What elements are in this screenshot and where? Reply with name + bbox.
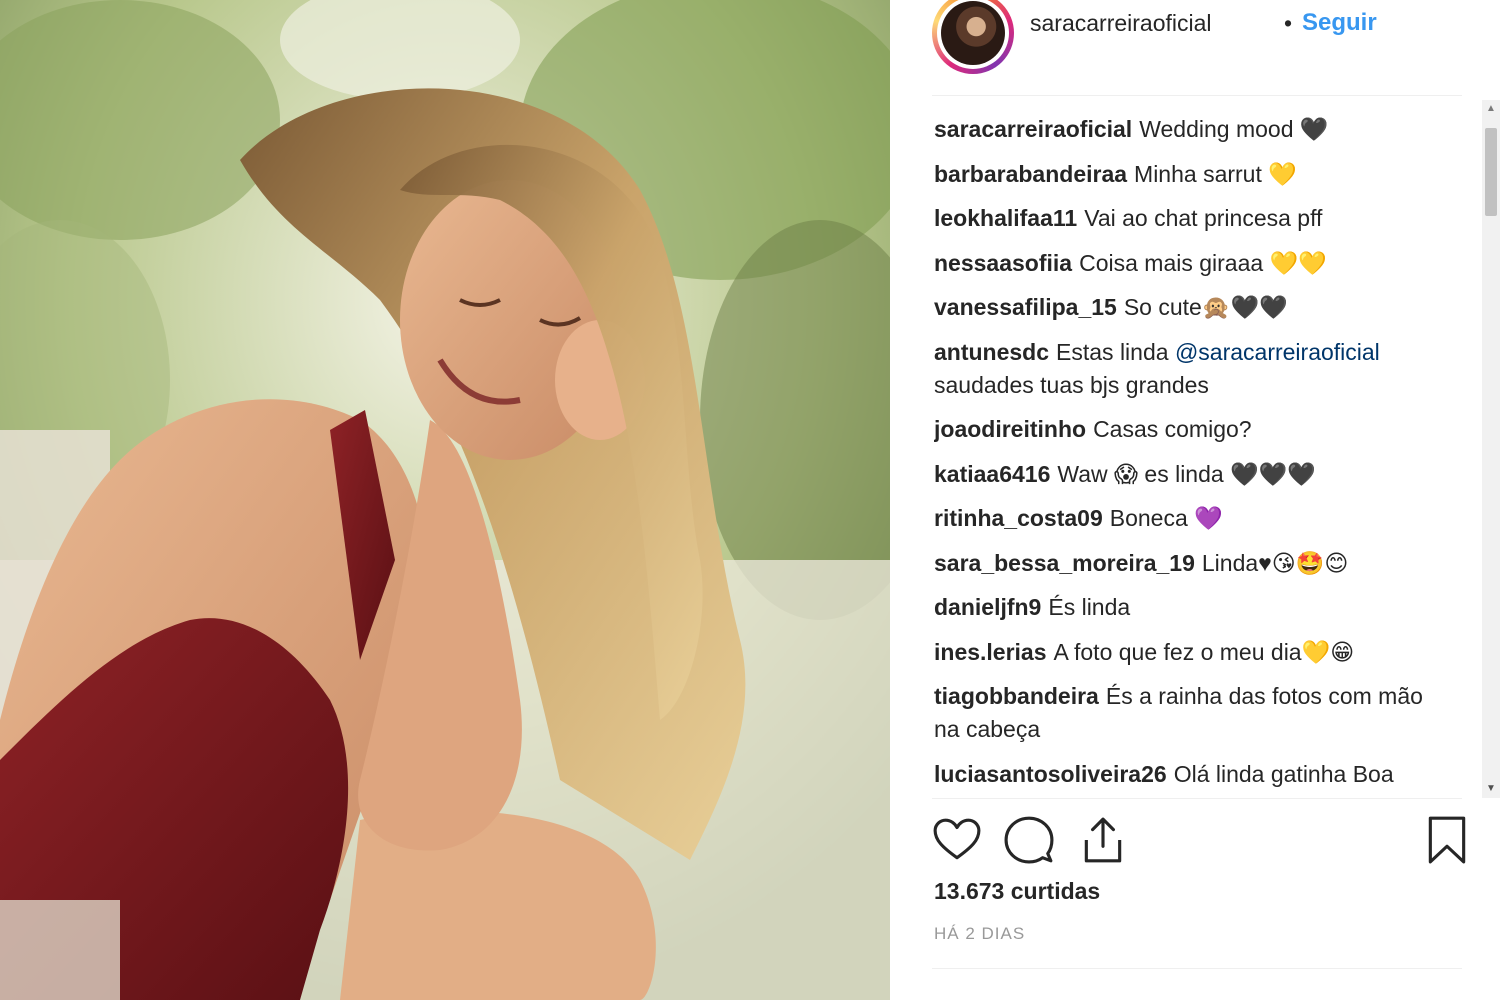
comment-item: ritinha_costa09 Boneca 💜 — [934, 502, 1454, 535]
add-comment-area[interactable] — [932, 968, 1462, 1001]
comment-text: Olá linda gatinha Boa — [1173, 760, 1394, 787]
header-username[interactable]: saracarreiraoficial — [1030, 10, 1212, 37]
avatar[interactable] — [932, 0, 1014, 74]
speech-bubble-icon — [1004, 816, 1054, 864]
comments-scrollbar[interactable]: ▲ ▼ — [1482, 100, 1500, 798]
bookmark-icon — [1428, 816, 1466, 864]
action-bar — [932, 798, 1466, 879]
comment-text: Wedding mood 🖤 — [1139, 116, 1329, 142]
comment-item: vanessafilipa_15 So cute🙊🖤🖤 — [934, 291, 1454, 324]
comment-text: És linda — [1048, 594, 1131, 620]
comment-username[interactable]: sara_bessa_moreira_19 — [934, 550, 1195, 576]
scrollbar-thumb[interactable] — [1485, 128, 1497, 216]
comment-text: Casas comigo? — [1093, 416, 1252, 442]
like-button[interactable] — [932, 815, 982, 865]
comment-text: Estas linda — [1056, 338, 1175, 365]
comment-username[interactable]: vanessafilipa_15 — [934, 294, 1117, 320]
comment-item: leokhalifaa11 Vai ao chat princesa pff — [934, 202, 1454, 235]
comment-item: ines.lerias A foto que fez o meu dia💛😁 — [934, 636, 1454, 669]
scroll-up-arrow-icon[interactable]: ▲ — [1482, 100, 1500, 118]
comment-item: saracarreiraoficial Wedding mood 🖤 — [934, 113, 1454, 146]
comment-username[interactable]: leokhalifaa11 — [934, 205, 1077, 231]
save-button[interactable] — [1422, 815, 1472, 865]
share-button[interactable] — [1078, 815, 1128, 865]
comment-username[interactable]: barbarabandeiraa — [934, 161, 1127, 187]
comment-text: A foto que fez o meu dia💛😁 — [1053, 638, 1355, 665]
comment-item: katiaa6416 Waw 😱 es linda 🖤🖤🖤 — [934, 458, 1454, 491]
comment-list: saracarreiraoficial Wedding mood 🖤 barbar… — [934, 113, 1474, 793]
scroll-down-arrow-icon[interactable]: ▼ — [1482, 780, 1500, 798]
comment-text: Boneca 💜 — [1109, 505, 1223, 531]
comment-item: luciasantosoliveira26 Olá linda gatinha B… — [934, 758, 1454, 791]
comment-username[interactable]: tiagobbandeira — [934, 683, 1099, 709]
comment-username[interactable]: luciasantosoliveira26 — [934, 761, 1167, 787]
comment-item: tiagobbandeira És a rainha das fotos com … — [934, 680, 1454, 746]
comment-username[interactable]: antunesdc — [934, 339, 1049, 365]
comment-item: sara_bessa_moreira_19 Linda♥😘🤩😊 — [934, 547, 1454, 580]
comment-text: So cute🙊🖤🖤 — [1123, 294, 1288, 320]
comment-item: antunesdc Estas linda @saracarreiraoficia… — [934, 336, 1454, 402]
comment-text-continued: saudades tuas bjs grandes — [934, 371, 1209, 398]
comment-text: Vai ao chat princesa pff — [1084, 205, 1323, 231]
comment-username[interactable]: danieljfn9 — [934, 594, 1041, 620]
comment-button[interactable] — [1004, 815, 1054, 865]
post-sidebar: saracarreiraoficial • Seguir saracarreir… — [890, 0, 1500, 1000]
share-icon — [1084, 817, 1122, 863]
comment-item: nessaasofiia Coisa mais giraaa 💛💛 — [934, 247, 1454, 280]
comment-text: Coisa mais giraaa 💛💛 — [1079, 249, 1327, 276]
comment-username[interactable]: joaodireitinho — [934, 416, 1086, 442]
comment-mention-link[interactable]: @saracarreiraoficial — [1175, 339, 1380, 365]
like-count[interactable]: 13.673 curtidas — [934, 878, 1100, 905]
post-photo[interactable] — [0, 0, 890, 1000]
heart-icon — [933, 818, 981, 860]
comment-username[interactable]: nessaasofiia — [934, 250, 1072, 276]
comment-item: barbarabandeiraa Minha sarrut 💛 — [934, 158, 1454, 191]
photo-illustration — [0, 0, 890, 1000]
avatar-photo — [941, 1, 1005, 65]
comment-text: Minha sarrut 💛 — [1134, 160, 1297, 187]
post-header: saracarreiraoficial • Seguir — [932, 0, 1462, 96]
comment-username[interactable]: ines.lerias — [934, 639, 1047, 665]
header-separator: • — [1284, 10, 1293, 36]
comment-username[interactable]: ritinha_costa09 — [934, 505, 1103, 531]
comment-username[interactable]: katiaa6416 — [934, 461, 1050, 487]
comment-username[interactable]: saracarreiraoficial — [934, 116, 1132, 142]
follow-button[interactable]: Seguir — [1302, 9, 1377, 37]
comment-text: Waw 😱 es linda 🖤🖤🖤 — [1057, 460, 1316, 487]
comment-item: joaodireitinho Casas comigo? — [934, 413, 1454, 446]
post-timestamp[interactable]: HÁ 2 DIAS — [934, 924, 1025, 944]
comment-text: Linda♥😘🤩😊 — [1201, 549, 1349, 576]
comment-item: danieljfn9 És linda — [934, 591, 1454, 624]
